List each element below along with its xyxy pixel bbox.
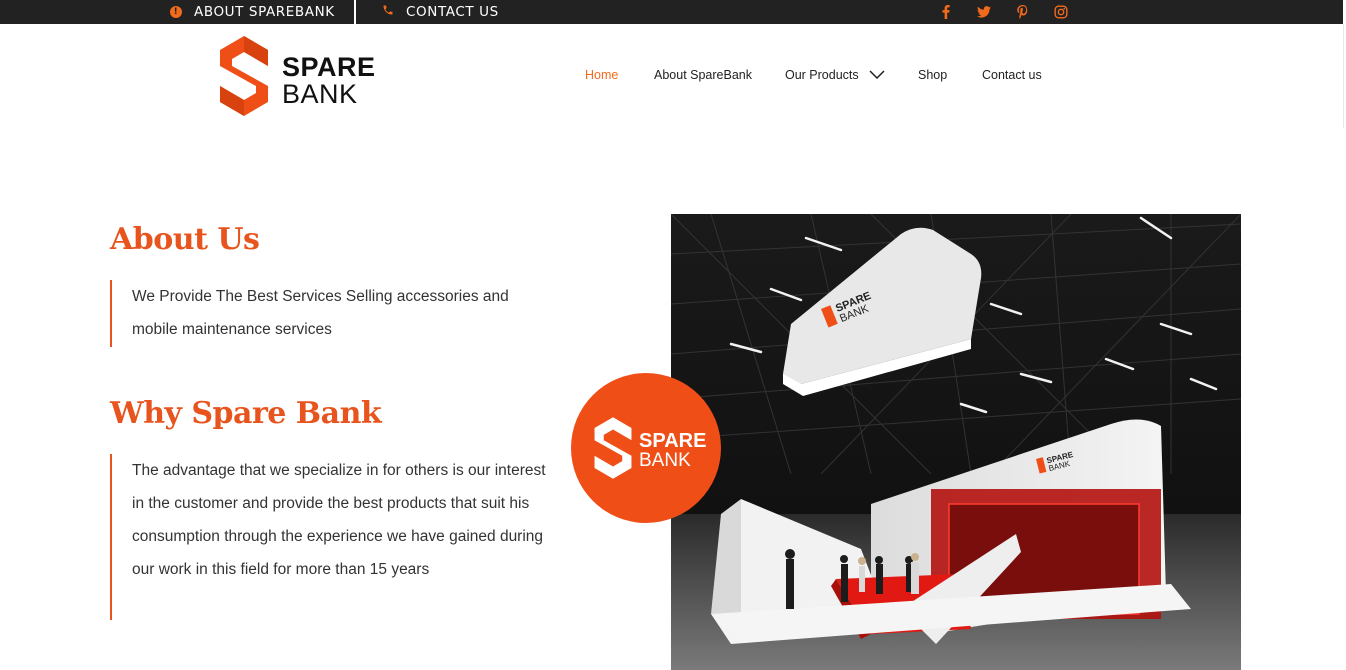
topbar-divider	[354, 0, 356, 24]
contact-us-link[interactable]: CONTACT US	[382, 0, 499, 24]
site-header: SPARE BANK Home About SpareBank Our Prod…	[0, 24, 1343, 128]
contact-us-label: CONTACT US	[406, 4, 499, 20]
badge-logo-mark-icon	[594, 417, 632, 479]
brand-badge: SPARE BANK	[571, 373, 721, 523]
top-bar: ! ABOUT SPAREBANK CONTACT US	[0, 0, 1343, 24]
about-heading: About Us	[110, 222, 260, 257]
brand-logo[interactable]: SPARE BANK	[218, 36, 378, 116]
header-edge-line	[1343, 24, 1344, 128]
nav-home[interactable]: Home	[585, 64, 618, 86]
logo-mark-icon	[220, 36, 268, 116]
badge-word-line2: BANK	[639, 450, 691, 471]
instagram-icon[interactable]	[1052, 3, 1070, 21]
about-sparebank-link[interactable]: ! ABOUT SPAREBANK	[170, 0, 335, 24]
logo-wordmark: SPARE BANK	[282, 54, 376, 108]
about-text: We Provide The Best Services Selling acc…	[110, 280, 530, 347]
nav-contact-us[interactable]: Contact us	[982, 64, 1042, 86]
why-heading: Why Spare Bank	[110, 396, 382, 431]
nav-about-sparebank[interactable]: About SpareBank	[654, 64, 752, 86]
nav-our-products-label: Our Products	[785, 68, 859, 82]
exhibition-stand-image: SPARE BANK SPARE BANK	[671, 214, 1241, 670]
nav-shop[interactable]: Shop	[918, 64, 947, 86]
phone-icon	[382, 4, 394, 20]
about-sparebank-label: ABOUT SPAREBANK	[194, 4, 335, 20]
why-text: The advantage that we specialize in for …	[110, 454, 550, 620]
badge-word-line1: SPARE	[639, 430, 707, 452]
chevron-down-icon	[869, 68, 885, 82]
info-icon: !	[170, 6, 182, 18]
badge-wordmark: SPARE BANK	[639, 431, 706, 470]
facebook-icon[interactable]	[937, 3, 955, 21]
logo-word-line1: SPARE	[282, 52, 376, 82]
pinterest-icon[interactable]	[1013, 3, 1031, 21]
logo-word-line2: BANK	[282, 79, 358, 109]
twitter-icon[interactable]	[975, 3, 993, 21]
nav-our-products[interactable]: Our Products	[785, 64, 885, 86]
